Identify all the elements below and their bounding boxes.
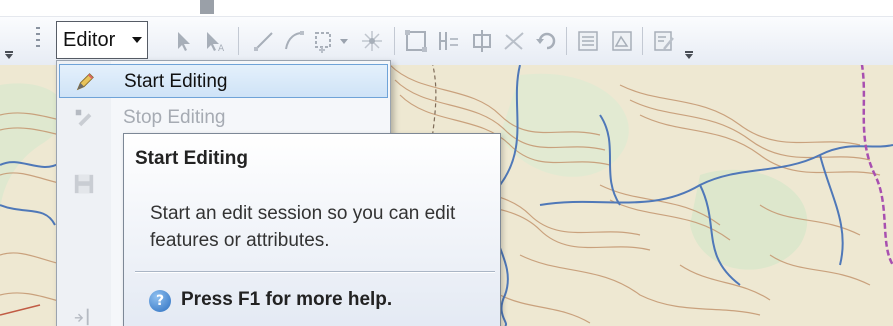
move-icon [74,308,89,326]
save-edits-icon [74,174,94,194]
toolbar-separator [238,27,239,55]
toolbar-separator [642,27,643,55]
arc-segment-icon[interactable] [282,29,306,53]
edit-vertices-icon[interactable] [404,29,428,53]
rotate-tool-icon[interactable] [534,29,558,53]
midpoint-tool-icon[interactable] [312,29,336,53]
application-window: Editor A Start Editing Stop Editing Star… [0,0,893,326]
tooltip-divider [135,271,495,273]
chevron-down-icon [132,37,142,43]
toolbar-grip-left[interactable] [4,25,13,59]
editor-menu-button[interactable]: Editor [56,21,148,59]
pencil-icon [76,73,94,91]
sketch-properties-icon[interactable] [610,29,634,53]
create-features-icon[interactable] [652,29,676,53]
title-area [0,0,893,16]
tooltip-start-editing: Start Editing Start an edit session so y… [123,133,501,326]
window-fragment [200,0,214,14]
trace-tool-icon[interactable] [360,29,384,53]
stop-editing-icon [75,109,92,127]
toolbar-separator [566,27,567,55]
menu-item-label: Stop Editing [123,107,226,128]
menu-item-stop-editing[interactable]: Stop Editing [59,101,388,135]
cut-polygons-icon[interactable] [470,29,494,53]
edit-annotation-tool-icon[interactable]: A [203,29,227,53]
tooltip-description: Start an edit session so you can edit fe… [150,203,456,251]
chevron-down-icon[interactable] [340,39,348,44]
reshape-feature-icon[interactable] [436,29,460,53]
menu-item-start-editing[interactable]: Start Editing [59,64,388,98]
editor-toolbar: Editor A [0,16,893,65]
svg-text:A: A [218,44,225,53]
straight-segment-icon[interactable] [252,29,276,53]
edit-tool-icon[interactable] [172,29,196,53]
tooltip-help-text: Press F1 for more help. [181,289,393,310]
editor-menu-label: Editor [63,29,116,51]
toolbar-grip-right[interactable] [684,25,693,59]
split-tool-icon[interactable] [502,29,526,53]
tooltip-title: Start Editing [135,148,248,169]
menu-item-label: Start Editing [124,71,228,92]
attributes-icon[interactable] [576,29,600,53]
toolbar-separator [394,27,395,55]
toolbar-drag-handle[interactable] [34,25,42,59]
help-icon: ? [149,290,171,312]
